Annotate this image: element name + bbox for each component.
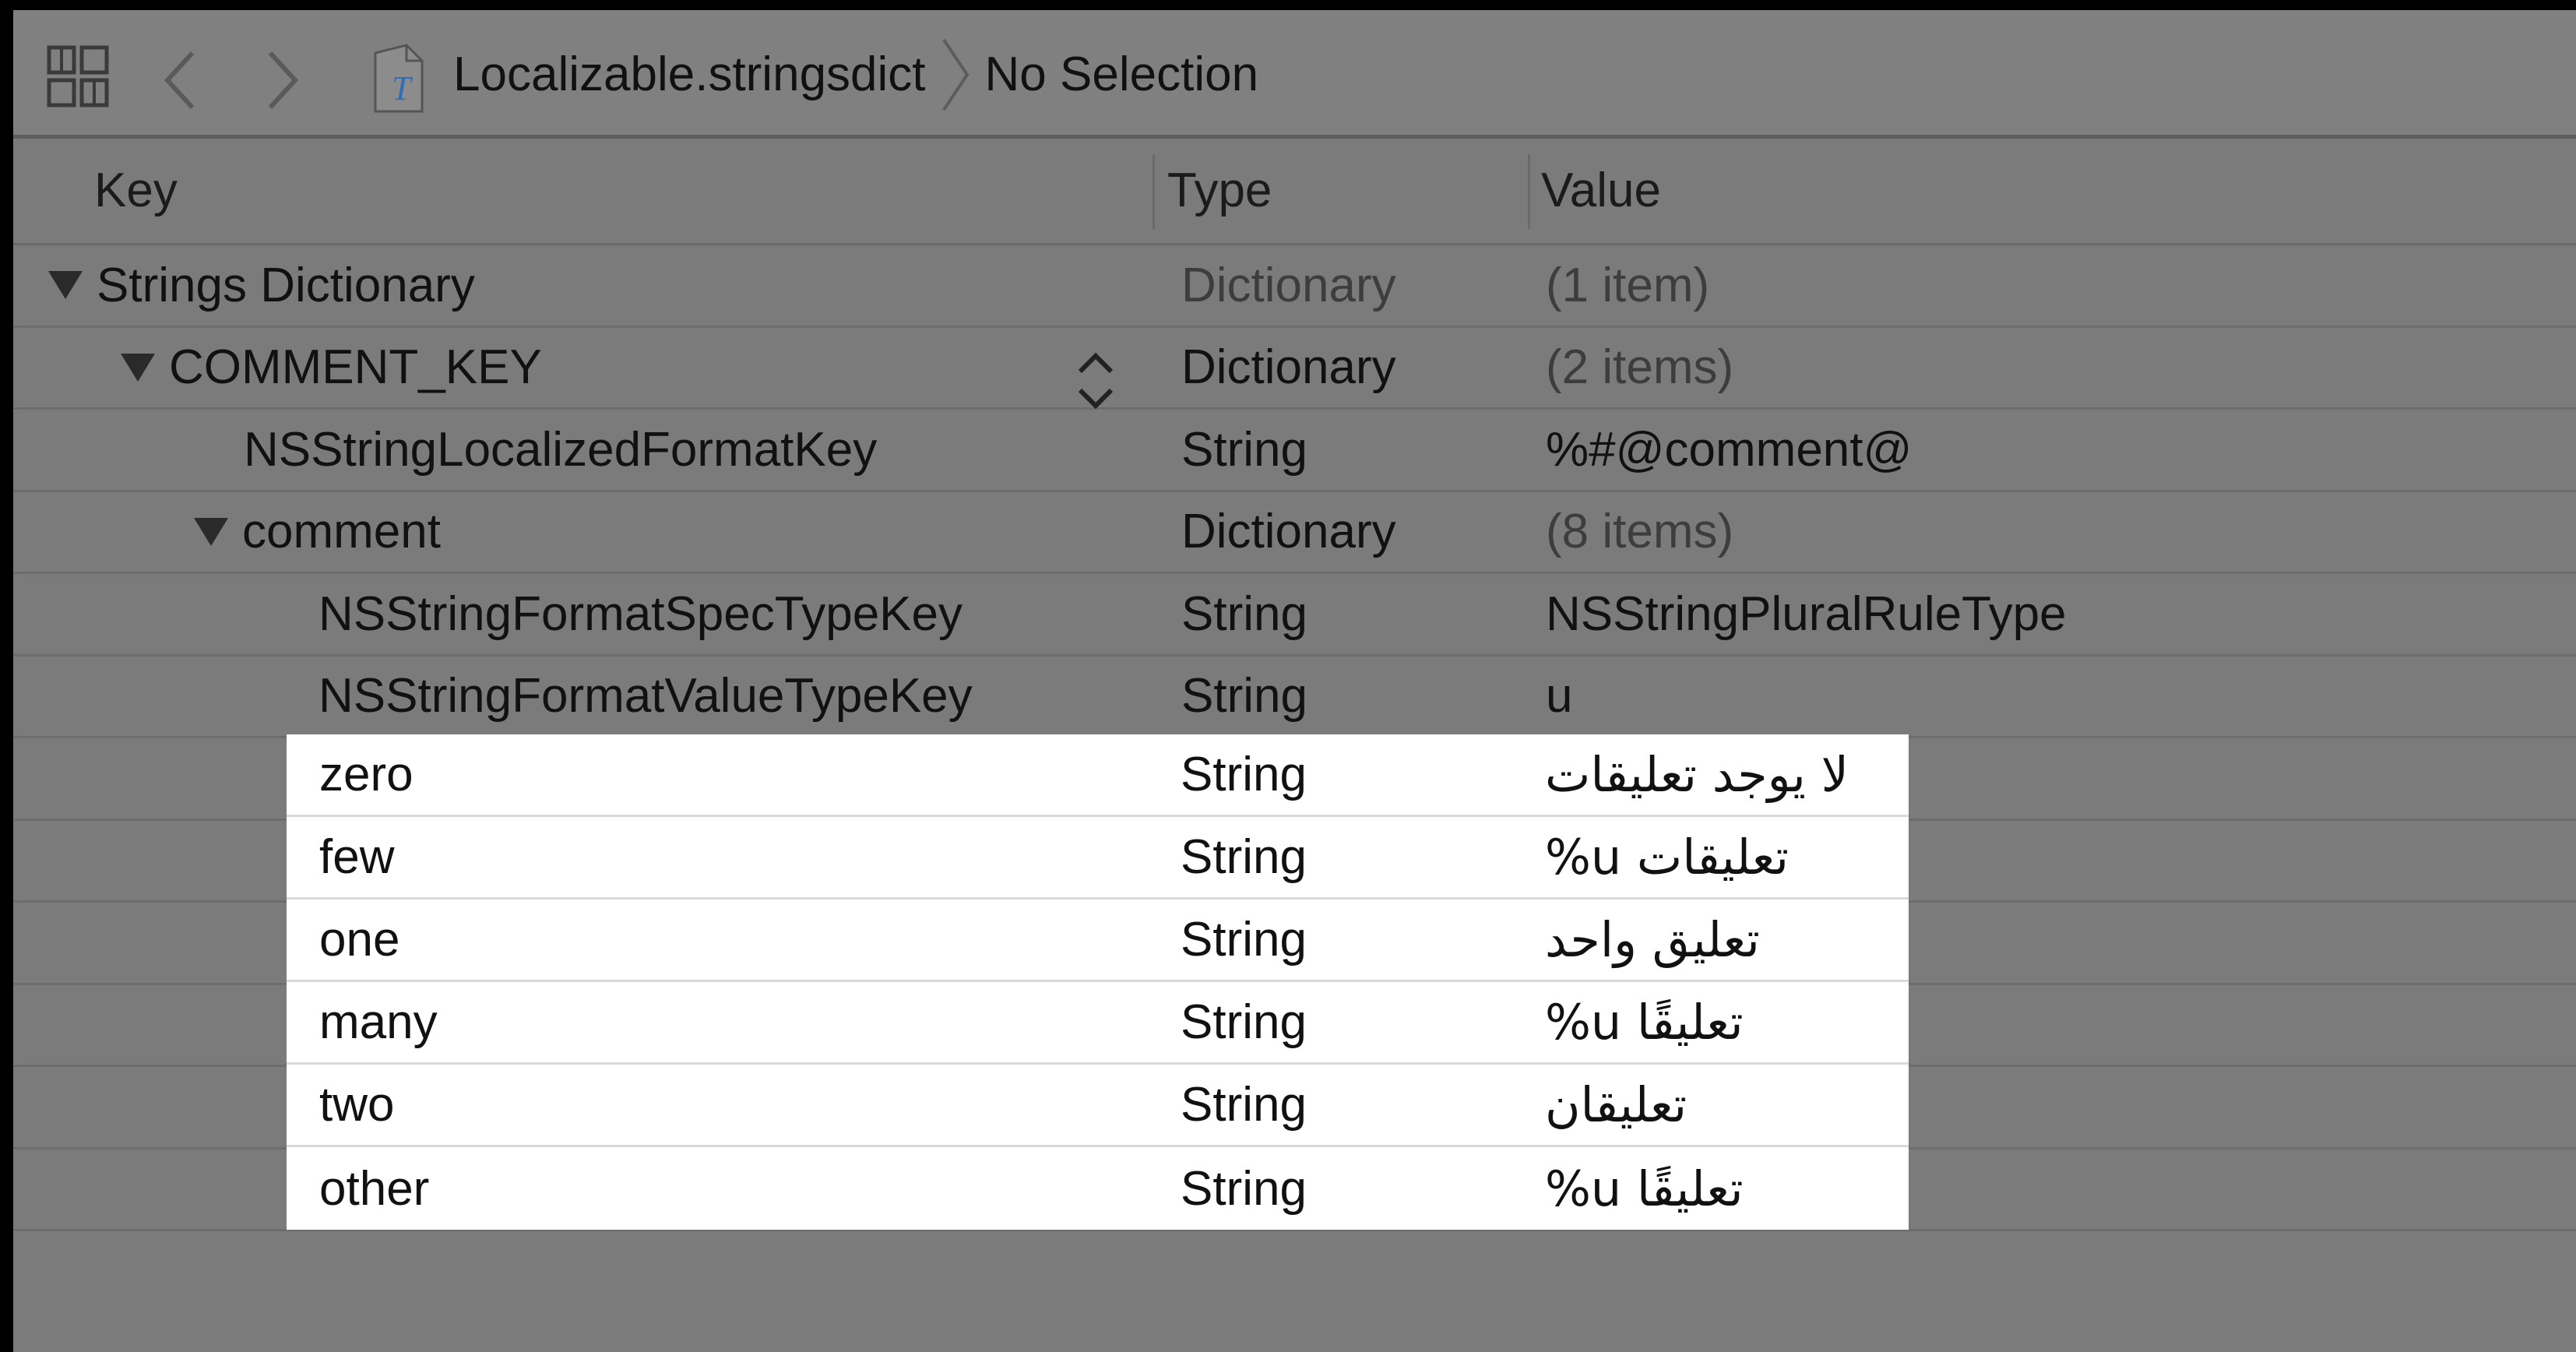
table-row[interactable]: many String %u تعليقًا <box>287 982 1909 1065</box>
plural-rules-table: zero String لا يوجد تعليقات few String %… <box>287 734 1909 1230</box>
row-type: Dictionary <box>1181 340 1396 395</box>
row-key: two <box>319 1078 395 1132</box>
table-row[interactable]: NSStringLocalizedFormatKey String %#@com… <box>13 410 2576 492</box>
row-type: String <box>1181 586 1307 641</box>
row-type: String <box>1181 669 1307 724</box>
row-key: comment <box>194 492 441 572</box>
disclosure-triangle-icon[interactable] <box>121 353 155 382</box>
column-divider[interactable] <box>1528 154 1530 229</box>
breadcrumb-file[interactable]: Localizable.stringsdict <box>453 47 926 102</box>
column-header-key[interactable]: Key <box>94 139 178 243</box>
table-row[interactable]: NSStringFormatValueTypeKey String u <box>13 657 2576 738</box>
back-icon[interactable] <box>161 49 200 111</box>
column-header-type[interactable]: Type <box>1167 139 1272 243</box>
row-key: Strings Dictionary <box>48 245 475 326</box>
top-edge <box>0 0 2576 10</box>
row-key: NSStringFormatValueTypeKey <box>318 669 973 724</box>
table-row[interactable]: Strings Dictionary Dictionary (1 item) <box>13 245 2576 328</box>
row-key-label: COMMENT_KEY <box>169 340 542 395</box>
row-key: NSStringFormatSpecTypeKey <box>318 586 963 641</box>
stepper-icon[interactable] <box>1068 342 1123 420</box>
table-row[interactable]: NSStringFormatSpecTypeKey String NSStrin… <box>13 574 2576 657</box>
row-type: String <box>1181 830 1307 884</box>
table-row[interactable]: one String تعليق واحد <box>287 900 1909 982</box>
table-row[interactable]: comment Dictionary (8 items) <box>13 492 2576 574</box>
table-row[interactable]: two String تعليقان <box>287 1065 1909 1147</box>
table-row[interactable]: other String %u تعليقًا <box>287 1147 1909 1230</box>
breadcrumb-selection[interactable]: No Selection <box>985 47 1259 102</box>
row-type: String <box>1181 995 1307 1049</box>
row-type: Dictionary <box>1181 258 1396 312</box>
column-divider[interactable] <box>1153 154 1155 229</box>
row-value: لا يوجد تعليقات <box>1545 746 1849 803</box>
row-key: many <box>319 995 438 1049</box>
disclosure-triangle-icon[interactable] <box>194 517 228 546</box>
row-value: (2 items) <box>1546 340 1734 395</box>
breadcrumb: Localizable.stringsdict No Selection <box>453 10 1258 139</box>
row-type: Dictionary <box>1181 505 1396 559</box>
table-row[interactable]: COMMENT_KEY Dictionary (2 items) <box>13 328 2576 410</box>
row-value: %u تعليقًا <box>1545 994 1744 1051</box>
row-value: %u تعليقًا <box>1545 1160 1744 1217</box>
row-value: %#@comment@ <box>1546 422 1913 477</box>
row-value: (1 item) <box>1546 258 1710 312</box>
row-key-label: comment <box>242 505 441 559</box>
row-key-label: Strings Dictionary <box>97 258 475 312</box>
jump-bar: T Localizable.stringsdict No Selection <box>13 10 2576 139</box>
column-header-value[interactable]: Value <box>1541 139 1661 243</box>
row-value: (8 items) <box>1546 505 1734 559</box>
row-value: %u تعليقات <box>1545 829 1789 885</box>
row-key: few <box>319 830 395 884</box>
row-value: NSStringPluralRuleType <box>1546 586 2067 641</box>
row-type: String <box>1181 1078 1307 1132</box>
table-row[interactable]: few String %u تعليقات <box>287 817 1909 900</box>
forward-icon[interactable] <box>262 49 301 111</box>
breadcrumb-separator-icon <box>941 38 969 111</box>
row-key: COMMENT_KEY <box>121 328 542 408</box>
row-key: zero <box>319 748 413 801</box>
svg-text:T: T <box>392 69 413 107</box>
row-type: String <box>1181 748 1307 801</box>
row-key: NSStringLocalizedFormatKey <box>244 422 878 477</box>
row-value: تعليق واحد <box>1545 911 1760 968</box>
row-key: other <box>319 1161 430 1216</box>
disclosure-triangle-icon[interactable] <box>48 271 83 300</box>
row-type: String <box>1181 913 1307 966</box>
row-value: u <box>1546 669 1573 724</box>
grid-icon[interactable] <box>47 45 109 107</box>
row-key: one <box>319 913 400 966</box>
table-header: Key Type Value <box>13 139 2576 245</box>
row-value: تعليقان <box>1545 1076 1687 1133</box>
table-row[interactable]: zero String لا يوجد تعليقات <box>287 734 1909 817</box>
row-type: String <box>1181 422 1307 477</box>
row-type: String <box>1181 1161 1307 1216</box>
strings-file-icon[interactable]: T <box>371 41 426 115</box>
